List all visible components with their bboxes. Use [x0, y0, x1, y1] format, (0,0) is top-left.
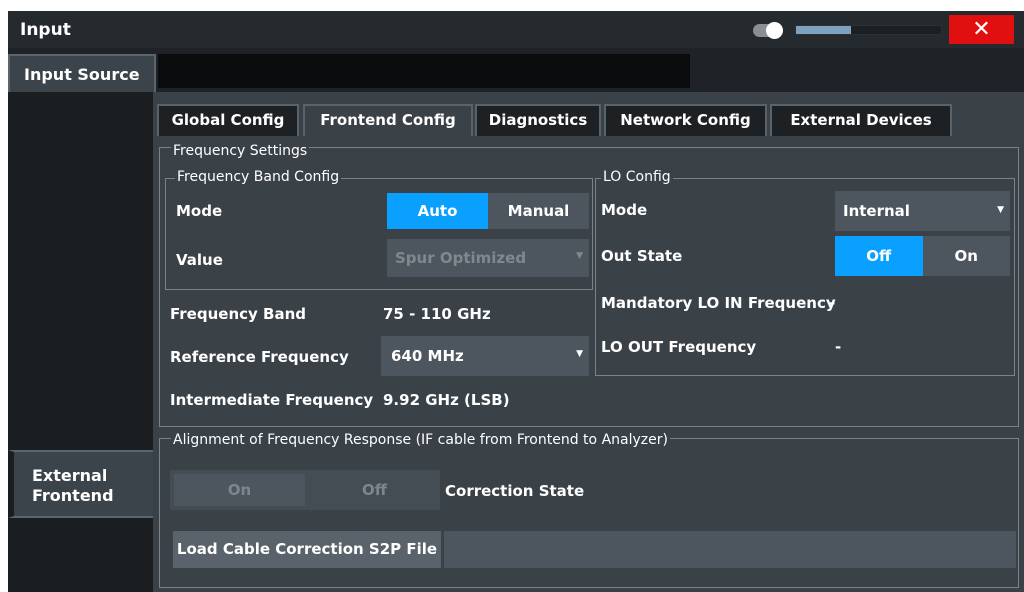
mandatory-lo-in-label: Mandatory LO IN Frequency	[601, 294, 836, 312]
window-title: Input	[20, 20, 71, 40]
transparency-slider[interactable]	[795, 25, 942, 35]
top-tab-strip	[158, 54, 690, 88]
correction-state-label: Correction State	[445, 482, 585, 500]
lo-mode-value: Internal	[843, 202, 910, 220]
sidebar-item-external-frontend[interactable]: External Frontend	[8, 450, 153, 518]
reference-frequency-label: Reference Frequency	[170, 348, 349, 366]
close-button[interactable]: ✕	[949, 15, 1014, 44]
sidebar: External Frontend	[8, 92, 153, 592]
band-mode-toggle[interactable]: Auto Manual	[387, 193, 589, 229]
correction-on[interactable]: On	[174, 474, 305, 506]
out-state-on[interactable]: On	[923, 236, 1011, 276]
chevron-down-icon: ▼	[997, 205, 1004, 215]
lo-config-title: LO Config	[601, 169, 673, 185]
tab-input-source-label: Input Source	[24, 65, 140, 84]
out-state-toggle[interactable]: Off On	[835, 236, 1010, 276]
chevron-down-icon: ▼	[576, 251, 583, 261]
lo-config-group: LO Config Mode Internal ▼ Out State Off …	[595, 169, 1015, 376]
frequency-settings-group: Frequency Settings Frequency Band Config…	[159, 143, 1019, 427]
tab-input-source[interactable]: Input Source	[8, 54, 156, 92]
alignment-group: Alignment of Frequency Response (IF cabl…	[159, 432, 1019, 588]
file-path-field[interactable]	[444, 531, 1016, 568]
toggle-knob-icon[interactable]	[766, 22, 783, 39]
title-bar: Input ✕	[8, 11, 1024, 48]
frequency-band-label: Frequency Band	[170, 305, 306, 323]
band-value-label: Value	[176, 251, 223, 269]
band-mode-auto[interactable]: Auto	[387, 193, 488, 229]
lo-out-label: LO OUT Frequency	[601, 338, 757, 356]
mandatory-lo-in-value: -	[829, 294, 836, 312]
lo-mode-label: Mode	[601, 201, 648, 219]
intermediate-frequency-label: Intermediate Frequency	[170, 391, 374, 409]
load-cable-correction-button[interactable]: Load Cable Correction S2P File	[173, 531, 441, 568]
tab-global-config[interactable]: Global Config	[157, 104, 299, 136]
reference-frequency-value: 640 MHz	[391, 347, 464, 365]
lo-mode-dropdown[interactable]: Internal ▼	[835, 191, 1010, 231]
correction-off[interactable]: Off	[309, 470, 440, 510]
frequency-band-config-group: Frequency Band Config Mode Auto Manual V…	[165, 169, 593, 290]
main-panel: Global Config Frontend Config Diagnostic…	[153, 92, 1024, 592]
reference-frequency-dropdown[interactable]: 640 MHz ▼	[381, 336, 589, 376]
alignment-title: Alignment of Frequency Response (IF cabl…	[171, 432, 670, 448]
band-mode-manual[interactable]: Manual	[488, 193, 589, 229]
out-state-off[interactable]: Off	[835, 236, 923, 276]
tab-external-devices[interactable]: External Devices	[770, 104, 952, 136]
lo-out-value: -	[835, 338, 842, 356]
tab-network-config[interactable]: Network Config	[604, 104, 767, 136]
intermediate-frequency-value: 9.92 GHz (LSB)	[383, 391, 510, 409]
out-state-label: Out State	[601, 247, 683, 265]
band-value-text: Spur Optimized	[395, 249, 527, 267]
band-value-dropdown[interactable]: Spur Optimized ▼	[387, 239, 589, 277]
frequency-band-config-title: Frequency Band Config	[175, 169, 342, 185]
sidebar-item-label: External Frontend	[32, 466, 114, 505]
band-mode-label: Mode	[176, 202, 223, 220]
slider-fill	[796, 26, 852, 34]
chevron-down-icon: ▼	[576, 349, 583, 359]
tab-frontend-config[interactable]: Frontend Config	[303, 104, 473, 136]
tab-diagnostics[interactable]: Diagnostics	[475, 104, 601, 136]
top-tab-row: Input Source	[8, 48, 1024, 92]
frequency-band-value: 75 - 110 GHz	[383, 305, 491, 323]
frequency-settings-title: Frequency Settings	[171, 143, 310, 159]
correction-state-toggle[interactable]: On Off	[170, 470, 440, 510]
